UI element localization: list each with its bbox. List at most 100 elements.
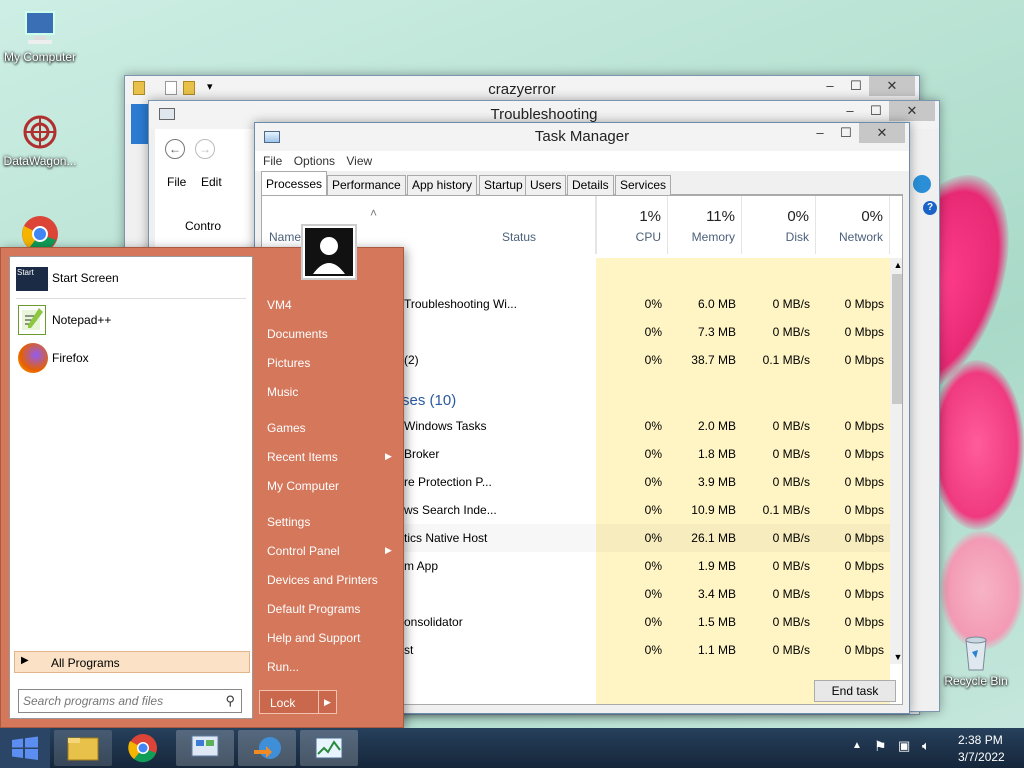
column-header-disk[interactable]: 0% Disk [742,196,816,254]
disk-cell: 0 MB/s [772,531,810,545]
tab-performance[interactable]: Performance [327,175,406,195]
link-default-programs[interactable]: Default Programs [267,602,360,616]
link-help-support[interactable]: Help and Support [267,631,360,645]
cpu-cell: 0% [644,419,662,433]
column-header-cpu[interactable]: 1% CPU [596,196,668,254]
link-vm4[interactable]: VM4 [267,298,292,312]
start-button[interactable] [0,728,50,768]
start-menu-programs-pane: Start Start Screen Notepad++ Firefox ▶ A… [9,256,253,719]
process-name: st [404,643,414,657]
scrollbar-thumb[interactable] [892,274,902,404]
desktop-icon-my-computer[interactable]: My Computer [0,8,80,64]
tab-app-history[interactable]: App history [407,175,478,195]
column-header-name[interactable]: Name ˄ [262,196,496,254]
search-icon[interactable]: ⚲ [225,693,235,709]
link-games[interactable]: Games [267,421,306,435]
close-button[interactable]: ✕ [859,123,905,143]
tab-services[interactable]: Services [615,175,672,195]
taskbar-control-panel[interactable] [176,730,234,766]
desktop-icon-recycle-bin[interactable]: Recycle Bin [936,632,1016,688]
disk-cell: 0 MB/s [772,325,810,339]
action-center-flag-icon[interactable]: ⚑ [874,738,887,755]
menu-file[interactable]: File [167,175,186,189]
link-documents[interactable]: Documents [267,327,328,341]
process-name: ws Search Inde... [404,503,497,517]
all-programs-button[interactable]: ▶ All Programs [14,651,250,673]
clock-time[interactable]: 2:38 PM [958,733,1003,747]
process-name: m App [404,559,439,573]
network-cell: 0 Mbps [844,475,884,489]
link-settings[interactable]: Settings [267,515,310,529]
end-task-button[interactable]: End task [814,680,896,702]
minimize-button[interactable]: – [817,76,843,96]
link-control-panel[interactable]: Control Panel [267,544,340,558]
maximize-button[interactable]: ☐ [833,123,859,143]
help-icon[interactable]: ? [923,201,937,215]
desktop-icon-datawagon[interactable]: DataWagon... [0,112,80,168]
column-header-status[interactable]: Status [496,196,596,254]
computer-icon [20,8,60,48]
menu-edit[interactable]: Edit [201,175,222,189]
tab-users[interactable]: Users [525,175,567,195]
link-music[interactable]: Music [267,385,298,399]
close-button[interactable]: ✕ [889,101,935,121]
lock-options-arrow-icon[interactable]: ▶ [318,691,336,713]
user-avatar[interactable] [301,224,357,280]
taskbar-explorer[interactable] [54,730,112,766]
pinned-notepadpp[interactable]: Notepad++ [16,303,246,337]
column-header-memory[interactable]: 11% Memory [668,196,742,254]
maximize-button[interactable]: ☐ [843,76,869,96]
search-input[interactable] [23,692,213,710]
pinned-firefox[interactable]: Firefox [16,341,246,375]
divider [16,298,246,299]
scrollbar[interactable]: ▲ ▼ [890,258,902,664]
notepadpp-icon [18,305,46,335]
link-devices-printers[interactable]: Devices and Printers [267,573,378,587]
tab-processes[interactable]: Processes [261,171,328,196]
back-arrow-icon[interactable]: ← [165,139,185,159]
process-name: tics Native Host [404,531,488,545]
scroll-down-icon[interactable]: ▼ [890,650,902,664]
tab-details[interactable]: Details [567,175,614,195]
column-header-network[interactable]: 0% Network [816,196,890,254]
pinned-start-screen[interactable]: Start Start Screen [16,261,246,295]
menu-view[interactable]: View [346,151,372,171]
submenu-arrow-icon: ▶ [385,545,392,555]
maximize-button[interactable]: ☐ [863,101,889,121]
link-my-computer[interactable]: My Computer [267,479,339,493]
minimize-button[interactable]: – [837,101,863,121]
tab-startup[interactable]: Startup [479,175,528,195]
close-button[interactable]: ✕ [869,76,915,96]
tray-overflow-chevron-icon[interactable]: ▲ [852,740,862,751]
minimize-button[interactable]: – [807,123,833,143]
forward-arrow-icon[interactable]: → [195,139,215,159]
volume-muted-icon[interactable]: 🔈︎ [922,738,930,754]
task-manager-titlebar: Task Manager – ☐ ✕ [255,123,909,151]
file-explorer-icon [67,737,99,761]
firefox-icon [18,343,48,373]
network-cell: 0 Mbps [844,447,884,461]
task-manager-menubar: File Options View [255,151,909,171]
taskbar-troubleshooting[interactable] [238,730,296,766]
clock-date[interactable]: 3/7/2022 [958,750,1005,764]
cpu-cell: 0% [644,325,662,339]
scroll-up-icon[interactable]: ▲ [890,258,902,272]
taskbar-task-manager[interactable] [300,730,358,766]
network-icon[interactable]: ▣ [898,738,910,754]
windows-logo-icon [12,736,38,760]
memory-cell: 1.5 MB [697,615,736,629]
lock-button[interactable]: Lock ▶ [259,690,337,714]
link-run[interactable]: Run... [267,660,299,674]
memory-cell: 1.8 MB [697,447,736,461]
process-name: re Protection P... [404,475,492,489]
explorer-title: crazyerror [488,81,556,98]
link-pictures[interactable]: Pictures [267,356,310,370]
menu-options[interactable]: Options [294,151,335,171]
cpu-cell: 0% [644,503,662,517]
link-recent-items[interactable]: Recent Items [267,450,338,464]
search-box[interactable]: ⚲ [18,689,242,713]
recycle-bin-icon [956,632,996,672]
menu-file[interactable]: File [263,151,282,171]
taskbar-chrome[interactable] [114,730,172,766]
triangle-right-icon: ▶ [21,655,29,666]
